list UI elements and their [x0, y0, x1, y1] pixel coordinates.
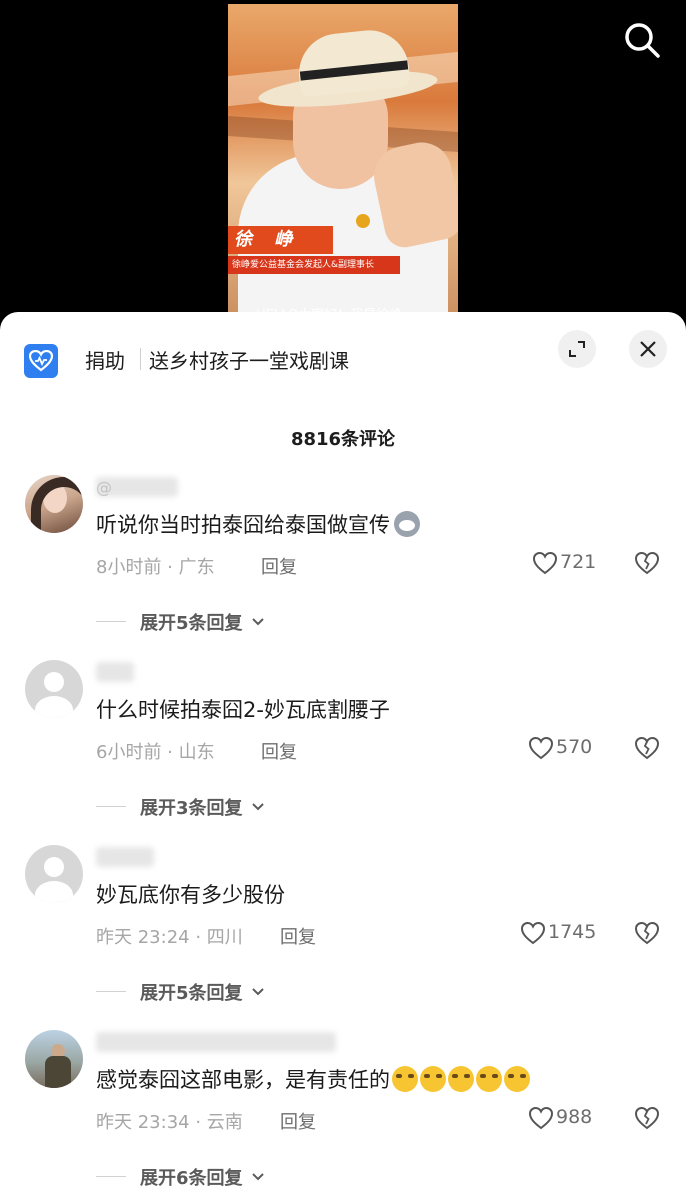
comment-text: 妙瓦底你有多少股份 [96, 883, 285, 907]
comment-item: 感觉泰囧这部电影，是有责任的 昨天 23:34 · 云南 回复 988 展开6条… [0, 1030, 686, 1200]
cry-emoji [392, 1066, 418, 1092]
expand-replies-label: 展开3条回复 [140, 794, 265, 820]
divider [96, 806, 126, 807]
comment-item: 什么时候拍泰囧2-妙瓦底割腰子 6小时前 · 山东 回复 570 展开3条回复 [0, 660, 686, 840]
comment-count: 8816条评论 [290, 429, 396, 450]
comment-text: 感觉泰囧这部电影，是有责任的 [96, 1064, 530, 1094]
avatar[interactable] [25, 475, 83, 533]
donation-category: 捐助 [85, 349, 125, 373]
comment-meta: 昨天 23:24 · 四川 [96, 927, 243, 948]
video-player[interactable]: 徐 峥 徐峥爱公益基金会发起人&副理事长 HELLO大家好！我是徐峥 [0, 0, 686, 330]
donation-banner[interactable]: 捐助 送乡村孩子一堂戏剧课 [0, 312, 686, 402]
comment-item: @ 听说你当时拍泰囧给泰国做宣传 8小时前 · 广东 回复 721 展开5条回复 [0, 475, 686, 655]
broken-heart-icon[interactable] [634, 921, 660, 945]
username[interactable] [96, 847, 154, 867]
reply-button[interactable]: 回复 [280, 1108, 316, 1134]
avatar[interactable] [25, 845, 83, 903]
chevron-down-icon [252, 988, 264, 996]
avatar[interactable] [25, 660, 83, 718]
reply-button[interactable]: 回复 [261, 738, 297, 764]
search-icon[interactable] [620, 18, 664, 62]
reply-button[interactable]: 回复 [280, 923, 316, 949]
donation-title[interactable]: 送乡村孩子一堂戏剧课 [149, 345, 349, 374]
like-count: 1745 [548, 921, 597, 943]
like-count: 570 [556, 736, 593, 758]
broken-heart-icon[interactable] [634, 1106, 660, 1130]
heart-icon [532, 551, 558, 575]
comment-text: 什么时候拍泰囧2-妙瓦底割腰子 [96, 698, 390, 722]
chevron-down-icon [252, 803, 264, 811]
username-prefix: @ [96, 478, 112, 497]
heart-icon [528, 1106, 554, 1130]
expand-replies-label: 展开6条回复 [140, 1164, 265, 1190]
chevron-down-icon [252, 618, 264, 626]
expand-replies-label: 展开5条回复 [140, 609, 265, 635]
like-count: 988 [556, 1106, 593, 1128]
divider [140, 348, 141, 370]
comment-meta: 8小时前 · 广东 [96, 557, 215, 578]
foundation-logo [356, 214, 370, 228]
cry-emoji [420, 1066, 446, 1092]
username[interactable] [96, 1032, 336, 1052]
broken-heart-icon[interactable] [634, 551, 660, 575]
video-org-tag: 徐峥爱公益基金会发起人&副理事长 [228, 256, 400, 274]
chevron-down-icon [252, 1173, 264, 1181]
divider [96, 991, 126, 992]
divider [96, 1176, 126, 1177]
avatar[interactable] [25, 1030, 83, 1088]
comment-meta: 6小时前 · 山东 [96, 742, 215, 763]
comment-text: 听说你当时拍泰囧给泰国做宣传 [96, 509, 420, 539]
like-count: 721 [560, 551, 597, 573]
comment-item: 妙瓦底你有多少股份 昨天 23:24 · 四川 回复 1745 展开5条回复 [0, 845, 686, 1025]
cry-emoji [504, 1066, 530, 1092]
divider [96, 621, 126, 622]
heart-icon [520, 921, 546, 945]
close-icon [640, 341, 656, 357]
video-name-tag: 徐 峥 [228, 226, 333, 254]
username[interactable] [96, 662, 134, 682]
reply-button[interactable]: 回复 [261, 553, 297, 579]
comment-sheet: 捐助 送乡村孩子一堂戏剧课 8816条评论 @ 听说你当时拍泰囧给泰国做宣传 8… [0, 312, 686, 1200]
comment-meta: 昨天 23:34 · 云南 [96, 1112, 243, 1133]
expand-button[interactable] [558, 330, 596, 368]
cat-emoji [394, 511, 420, 537]
expand-replies-label: 展开5条回复 [140, 979, 265, 1005]
close-button[interactable] [629, 330, 667, 368]
broken-heart-icon[interactable] [634, 736, 660, 760]
heart-icon [528, 736, 554, 760]
donation-logo-icon [24, 344, 58, 378]
video-frame[interactable]: 徐 峥 徐峥爱公益基金会发起人&副理事长 HELLO大家好！我是徐峥 [228, 4, 458, 330]
cry-emoji [476, 1066, 502, 1092]
cry-emoji [448, 1066, 474, 1092]
expand-icon [569, 341, 585, 357]
